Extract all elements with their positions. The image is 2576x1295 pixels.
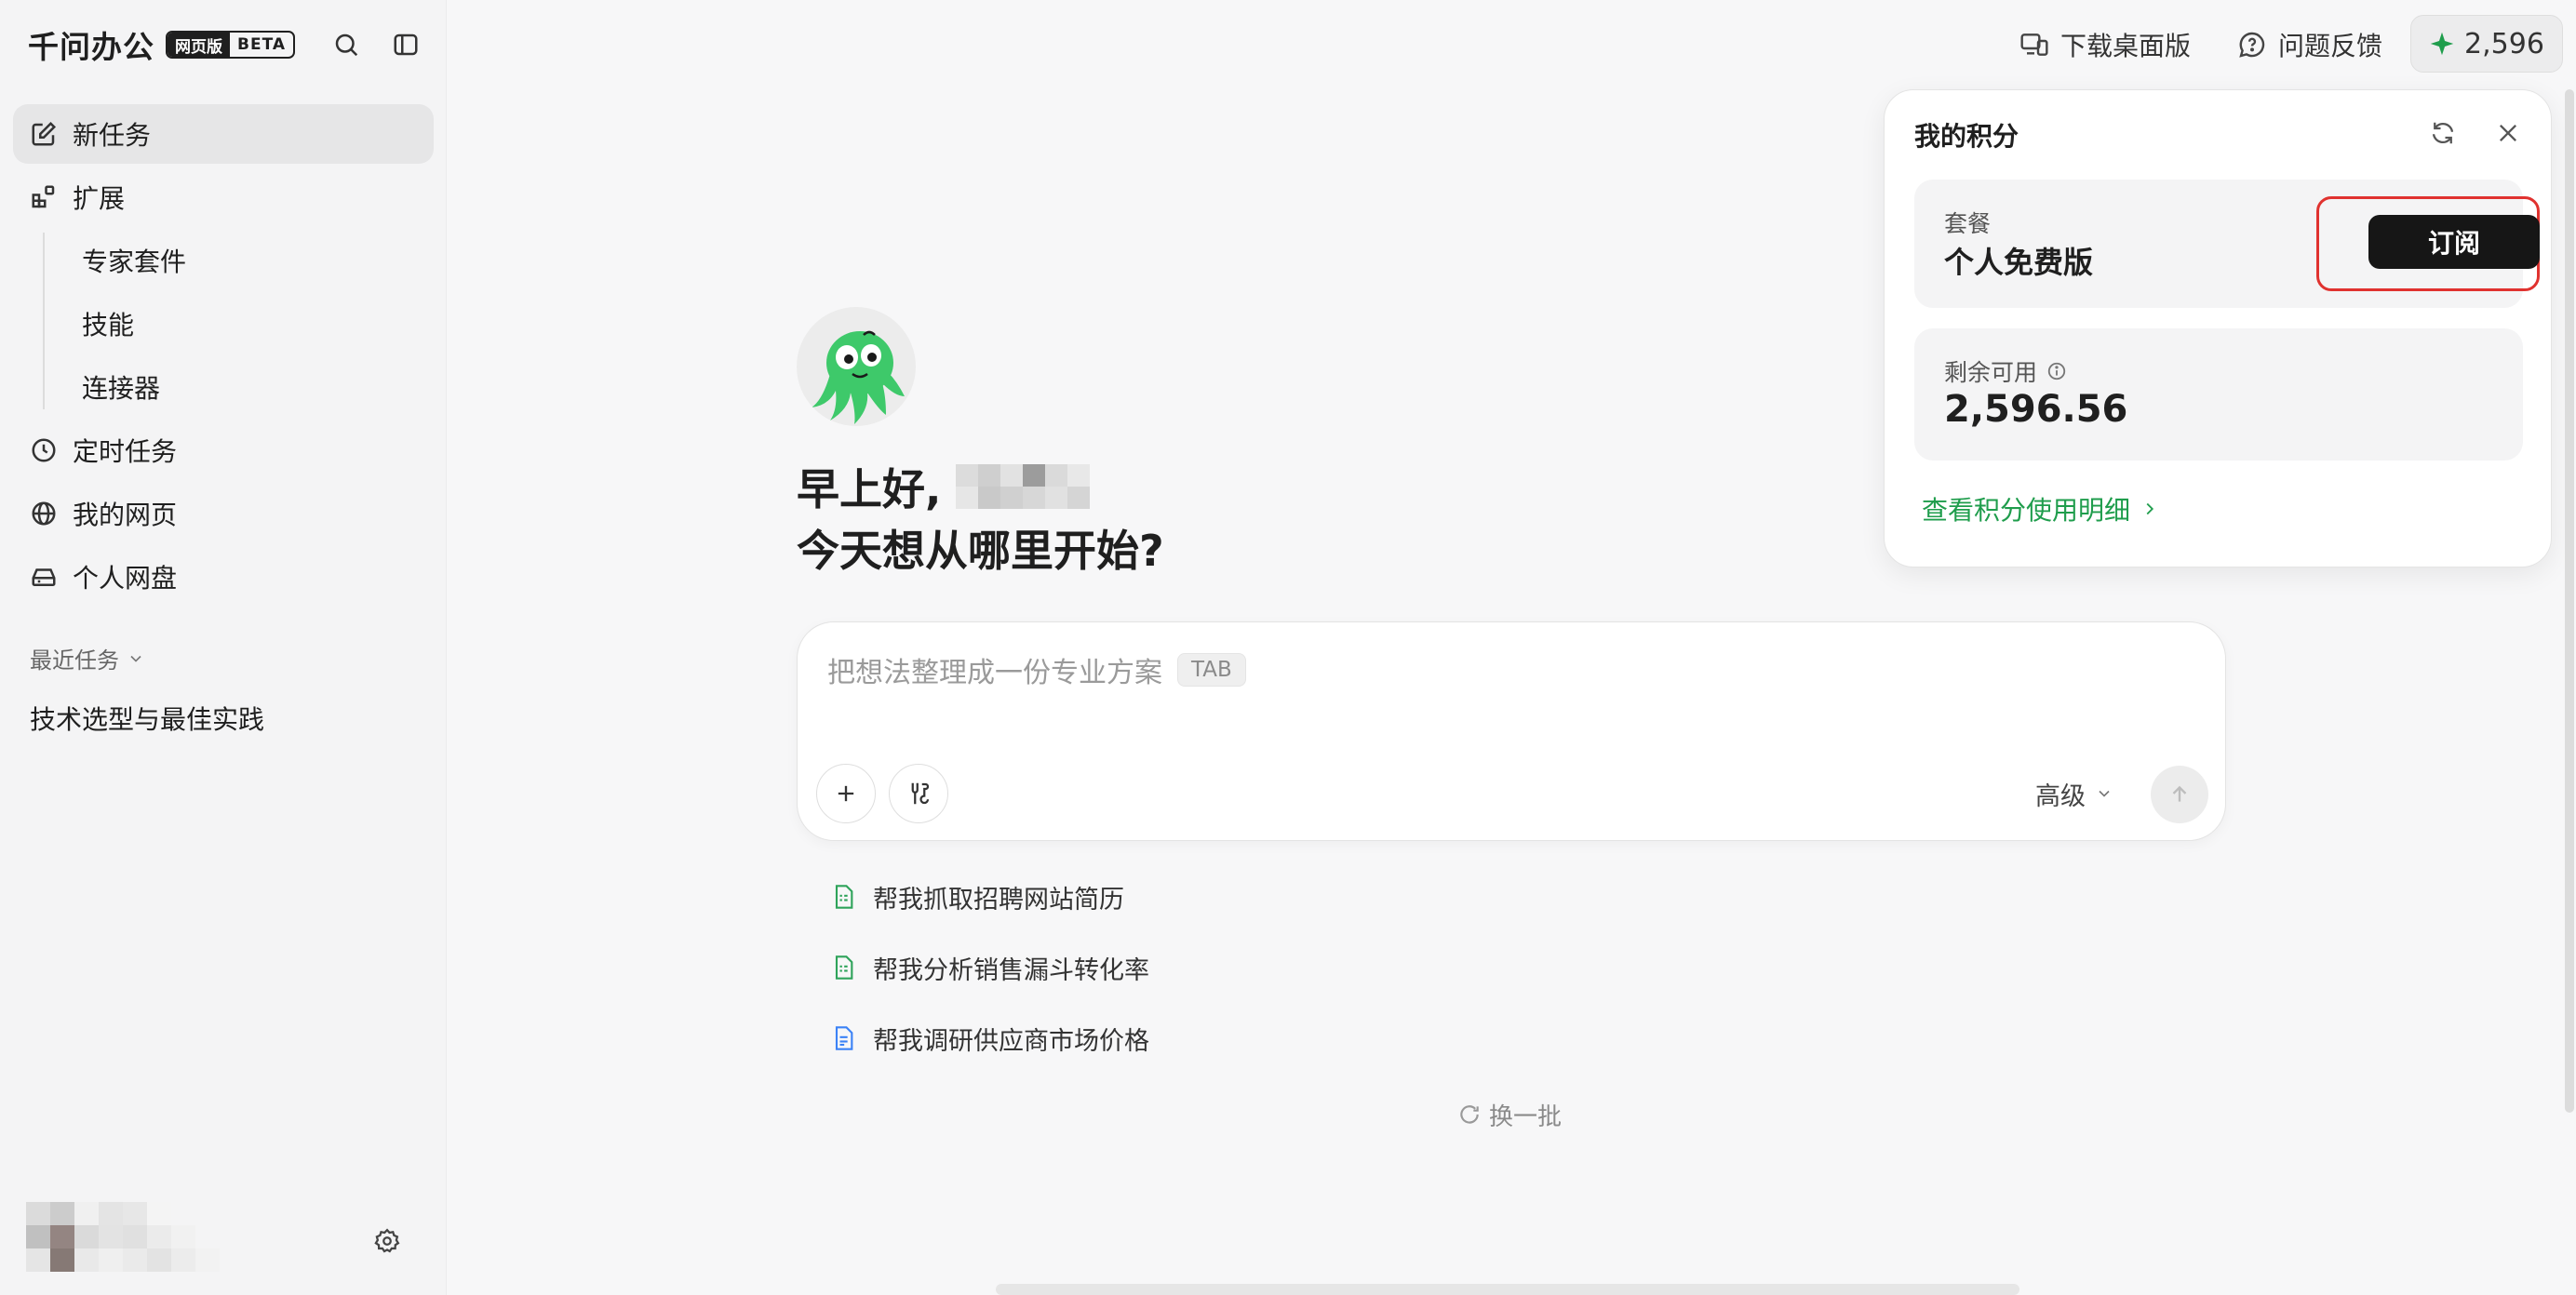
clock-icon — [32, 438, 56, 462]
feedback-button[interactable]: 问题反馈 — [2237, 24, 2382, 65]
sidebar-item-label: 定时任务 — [73, 436, 178, 467]
chat-composer: 把想法整理成一份专业方案 TAB 高级 — [797, 621, 2226, 841]
advanced-label: 高级 — [2035, 781, 2086, 811]
popover-title: 我的积分 — [1914, 121, 2019, 152]
sidebar-item-my-pages[interactable]: 我的网页 — [13, 484, 434, 543]
sidebar-item-scheduled[interactable]: 定时任务 — [13, 421, 434, 480]
plan-name: 个人免费版 — [1944, 245, 2094, 280]
scrollbar[interactable] — [2565, 89, 2574, 1113]
sidebar-item-extensions[interactable]: 扩展 — [13, 167, 434, 227]
search-icon[interactable] — [329, 28, 363, 61]
suggestion-label: 帮我抓取招聘网站简历 — [873, 885, 1124, 915]
greeting: 早上好, — [797, 454, 1091, 519]
refresh-icon[interactable] — [2424, 114, 2462, 152]
download-desktop-button[interactable]: 下载桌面版 — [2019, 24, 2191, 65]
refresh-icon — [1460, 1105, 1479, 1124]
subscribe-button[interactable]: 订阅 — [2368, 215, 2540, 269]
remaining-card: 剩余可用 2,596.56 — [1914, 328, 2523, 461]
tab-hint-badge: TAB — [1177, 653, 1246, 687]
recent-tasks-label: 最近任务 — [30, 648, 119, 674]
badge-beta: BETA — [237, 35, 287, 54]
suggestion-item[interactable]: 帮我分析销售漏斗转化率 — [830, 945, 1149, 990]
suggestion-label: 帮我调研供应商市场价格 — [873, 1026, 1149, 1056]
credits-detail-label: 查看积分使用明细 — [1922, 495, 2131, 526]
remaining-value: 2,596.56 — [1944, 388, 2128, 431]
refresh-label: 换一批 — [1489, 1102, 1563, 1131]
sparkle-icon — [2430, 32, 2454, 56]
info-icon[interactable] — [2046, 361, 2067, 381]
prompt-placeholder: 把想法整理成一份专业方案 — [827, 657, 1162, 689]
close-icon[interactable] — [2489, 114, 2527, 152]
sub-nav-line — [43, 233, 45, 409]
sidebar-item-label: 扩展 — [73, 183, 126, 214]
extension-icon — [32, 185, 55, 208]
sidebar-subitem-expert-kit[interactable]: 专家套件 — [82, 234, 186, 287]
feedback-label: 问题反馈 — [2278, 31, 2383, 61]
arrow-up-icon — [2172, 785, 2187, 802]
tools-icon — [911, 782, 930, 805]
plus-icon — [838, 785, 854, 802]
sidebar-item-label: 新任务 — [73, 120, 152, 151]
spreadsheet-icon — [835, 955, 853, 980]
chevron-right-icon — [2146, 502, 2154, 515]
sidebar: 千问办公 网页版 BETA 新任务 扩展 专家套件 技能 连接器 定时任务 我的… — [0, 0, 447, 1295]
avatar[interactable] — [26, 1202, 268, 1273]
sidebar-item-label: 我的网页 — [73, 500, 178, 530]
plan-label: 套餐 — [1944, 210, 1992, 237]
remaining-label: 剩余可用 — [1944, 359, 2038, 386]
suggestion-label: 帮我分析销售漏斗转化率 — [873, 955, 1149, 985]
download-desktop-label: 下载桌面版 — [2060, 31, 2192, 61]
sidebar-subitem-connectors[interactable]: 连接器 — [82, 361, 160, 413]
greeting-text: 早上好, — [797, 464, 942, 514]
brand-logo[interactable]: 千问办公 网页版 BETA — [28, 24, 296, 65]
username-blurred — [956, 464, 1091, 509]
brand-name: 千问办公 — [28, 29, 154, 65]
advanced-dropdown[interactable]: 高级 — [2035, 775, 2113, 812]
spreadsheet-icon — [835, 885, 853, 909]
sidebar-toggle-icon[interactable] — [389, 28, 423, 61]
tools-button[interactable] — [889, 764, 948, 823]
drive-icon — [32, 568, 56, 586]
badge-web: 网页版 — [168, 33, 230, 57]
mascot-avatar — [797, 307, 916, 426]
send-button[interactable] — [2151, 766, 2208, 823]
credits-button[interactable]: 2,596 — [2410, 15, 2563, 73]
globe-icon — [32, 501, 56, 526]
chevron-down-icon — [2099, 790, 2110, 797]
recent-tasks-toggle[interactable]: 最近任务 — [30, 642, 145, 674]
desktop-download-icon — [2020, 33, 2048, 56]
credits-count: 2,596 — [2464, 27, 2544, 60]
sidebar-item-label: 个人网盘 — [73, 563, 178, 594]
sidebar-subitem-skills[interactable]: 技能 — [82, 298, 134, 350]
brand-badge: 网页版 BETA — [166, 31, 296, 59]
refresh-suggestions-button[interactable]: 换一批 — [1457, 1096, 1562, 1133]
document-icon — [835, 1026, 853, 1050]
sidebar-item-drive[interactable]: 个人网盘 — [13, 547, 434, 607]
settings-gear-icon[interactable] — [369, 1222, 406, 1260]
suggestion-item[interactable]: 帮我抓取招聘网站简历 — [830, 874, 1124, 919]
credits-popover: 我的积分 套餐 个人免费版 订阅 剩余可用 2,596.56 查看积分使用明细 — [1884, 89, 2552, 567]
prompt-question: 今天想从哪里开始? — [797, 526, 1164, 576]
recent-task-item[interactable]: 技术选型与最佳实践 — [30, 700, 264, 737]
feedback-icon — [2239, 32, 2265, 58]
add-attachment-button[interactable] — [816, 764, 876, 823]
suggestion-item[interactable]: 帮我调研供应商市场价格 — [830, 1016, 1149, 1061]
sidebar-item-new-task[interactable]: 新任务 — [13, 104, 434, 164]
remaining-label-row: 剩余可用 — [1944, 354, 2067, 388]
prompt-input[interactable]: 把想法整理成一份专业方案 TAB — [827, 648, 1944, 691]
plan-card: 套餐 个人免费版 订阅 — [1914, 180, 2540, 308]
edit-icon — [32, 121, 57, 146]
credits-detail-link[interactable]: 查看积分使用明细 — [1922, 490, 2160, 527]
chevron-down-icon — [130, 655, 141, 662]
bottom-scroll-indicator — [996, 1284, 2019, 1295]
